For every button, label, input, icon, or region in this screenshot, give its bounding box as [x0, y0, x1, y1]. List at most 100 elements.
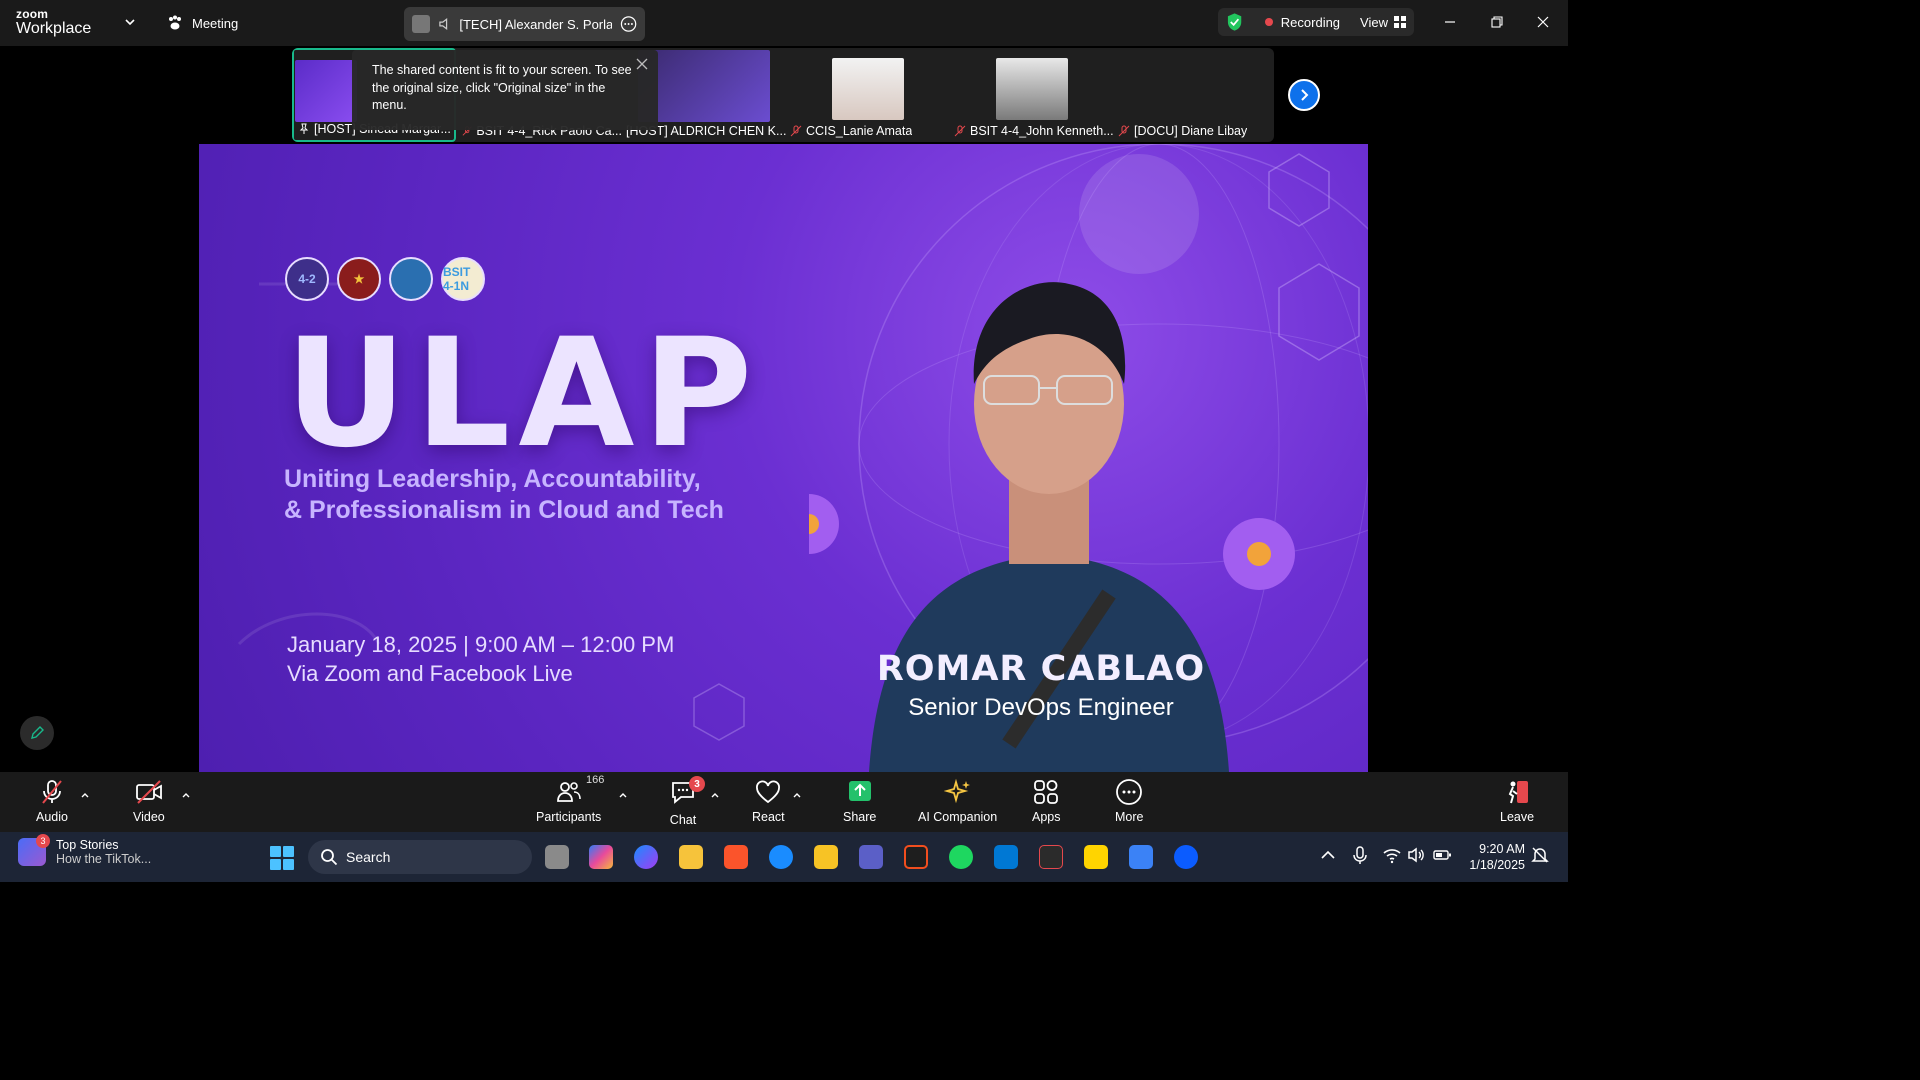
recording-status[interactable]: Recording [1281, 15, 1340, 30]
video-button[interactable]: Video [133, 778, 165, 824]
messenger-icon[interactable] [634, 845, 658, 869]
pencil-icon [31, 726, 44, 739]
annotate-button[interactable] [20, 716, 54, 750]
react-button[interactable]: React [752, 778, 785, 824]
leave-button[interactable]: Leave [1500, 778, 1534, 824]
chevron-up-icon[interactable] [80, 790, 90, 800]
more-icon [1116, 779, 1143, 805]
close-icon [1537, 16, 1549, 28]
brand-top: zoom [16, 7, 49, 21]
tooltip-text: The shared content is fit to your screen… [372, 63, 632, 112]
shared-screen: 4-2 ★ BSIT 4-1N ULAP Uniting Leadership,… [199, 144, 1368, 772]
sticky-notes-icon[interactable] [1084, 845, 1108, 869]
video-label: Video [133, 810, 165, 824]
active-speaker-pill[interactable]: [TECH] Alexander S. Porlares [404, 7, 645, 41]
tagline-line-2: & Professionalism in Cloud and Tech [284, 496, 724, 524]
mic-muted-icon [1118, 125, 1130, 137]
news-widget[interactable]: 3 Top Stories How the TikTok... [18, 834, 151, 866]
leave-label: Leave [1500, 810, 1535, 824]
chevron-up-icon[interactable] [1318, 845, 1338, 865]
pin-icon [299, 123, 309, 134]
participant-label: [DOCU] Diane Libay [1118, 124, 1247, 138]
participant-thumbnail[interactable]: BSIT 4-4_John Kenneth... [950, 48, 1114, 142]
keep-notes-icon[interactable] [814, 845, 838, 869]
ai-companion-button[interactable]: AI Companion [918, 778, 997, 824]
onedrive-icon[interactable] [769, 845, 793, 869]
battery-icon[interactable] [1432, 845, 1452, 865]
meeting-toolbar: Audio Video Participants 166 3 Chat Reac… [0, 772, 1568, 832]
search-label: Search [346, 849, 391, 865]
organization-logos: 4-2 ★ BSIT 4-1N [285, 257, 485, 301]
task-view-icon[interactable] [545, 845, 569, 869]
participant-photo [832, 58, 904, 120]
share-button[interactable]: Share [843, 778, 876, 824]
app-window-icon[interactable] [1129, 845, 1153, 869]
chevron-up-icon[interactable] [792, 790, 802, 800]
paw-icon [169, 15, 181, 30]
news-title: Top Stories [56, 838, 119, 852]
share-label: Share [843, 810, 877, 824]
system-clock[interactable]: 9:20 AM 1/18/2025 [1463, 841, 1525, 873]
audio-button[interactable]: Audio [36, 778, 68, 824]
start-button[interactable] [270, 846, 294, 870]
logo-badge: BSIT 4-1N [441, 257, 485, 301]
close-button[interactable] [1529, 10, 1557, 34]
figma-icon[interactable] [904, 845, 928, 869]
spotify-icon[interactable] [949, 845, 973, 869]
volume-icon[interactable] [1406, 845, 1426, 865]
participant-thumbnail[interactable]: [DOCU] Diane Libay [1114, 48, 1274, 142]
recording-dot-icon [1265, 18, 1273, 26]
event-date: January 18, 2025 | 9:00 AM – 12:00 PM [287, 632, 675, 657]
search-icon [321, 849, 338, 866]
vscode-icon[interactable] [994, 845, 1018, 869]
meeting-menu[interactable]: Meeting [166, 14, 238, 32]
status-group: Recording View [1218, 8, 1414, 36]
participant-label: BSIT 4-4_John Kenneth... [954, 124, 1114, 138]
more-button[interactable]: More [1115, 778, 1143, 824]
chevron-up-icon[interactable] [710, 790, 720, 800]
view-button[interactable]: View [1360, 15, 1406, 30]
clock-date: 1/18/2025 [1469, 858, 1525, 872]
restore-button[interactable] [1483, 10, 1511, 34]
zoom-app-icon[interactable] [1174, 845, 1198, 869]
speaker-name: ROMAR CABLAO [876, 649, 1206, 689]
weather-news-icon: 3 [18, 834, 50, 866]
notification-bell-icon[interactable] [1530, 845, 1550, 865]
more-label: More [1115, 810, 1144, 824]
microphone-icon[interactable] [1350, 845, 1370, 865]
slide-title: ULAP [285, 307, 761, 481]
brand-bottom: Workplace [16, 20, 92, 37]
react-label: React [752, 810, 785, 824]
brave-browser-icon[interactable] [724, 845, 748, 869]
chevron-right-icon [1301, 89, 1309, 101]
chevron-up-icon[interactable] [181, 790, 191, 800]
chevron-down-icon[interactable] [124, 16, 136, 28]
close-icon[interactable] [636, 58, 648, 70]
tagline-line-1: Uniting Leadership, Accountability, [284, 465, 701, 493]
teams-icon[interactable] [859, 845, 883, 869]
participant-thumbnail[interactable]: CCIS_Lanie Amata [786, 48, 950, 142]
copilot-icon[interactable] [589, 845, 613, 869]
participant-name: [DOCU] Diane Libay [1134, 124, 1248, 138]
apps-label: Apps [1032, 810, 1061, 824]
minimize-icon [1445, 21, 1455, 23]
file-explorer-icon[interactable] [679, 845, 703, 869]
wifi-icon[interactable] [1382, 845, 1402, 865]
windows-taskbar: 3 Top Stories How the TikTok... Search 9… [0, 832, 1568, 882]
title-bar: zoom Workplace Meeting [TECH] Alexander … [0, 0, 1568, 46]
chevron-up-icon[interactable] [618, 790, 628, 800]
minimize-button[interactable] [1436, 10, 1464, 34]
mic-muted-icon [42, 780, 62, 804]
next-page-button[interactable] [1288, 79, 1320, 111]
participant-label: CCIS_Lanie Amata [790, 124, 912, 138]
more-options-icon[interactable] [620, 15, 637, 33]
shield-check-icon[interactable] [1226, 12, 1243, 32]
speaker-role: Senior DevOps Engineer [908, 694, 1174, 721]
capcut-icon[interactable] [1039, 845, 1063, 869]
taskbar-search[interactable]: Search [308, 840, 532, 874]
apps-button[interactable]: Apps [1032, 778, 1061, 824]
audio-label: Audio [36, 810, 68, 824]
chat-button[interactable]: 3 Chat [669, 776, 705, 827]
chat-badge: 3 [689, 776, 705, 792]
mic-muted-icon [954, 125, 966, 137]
